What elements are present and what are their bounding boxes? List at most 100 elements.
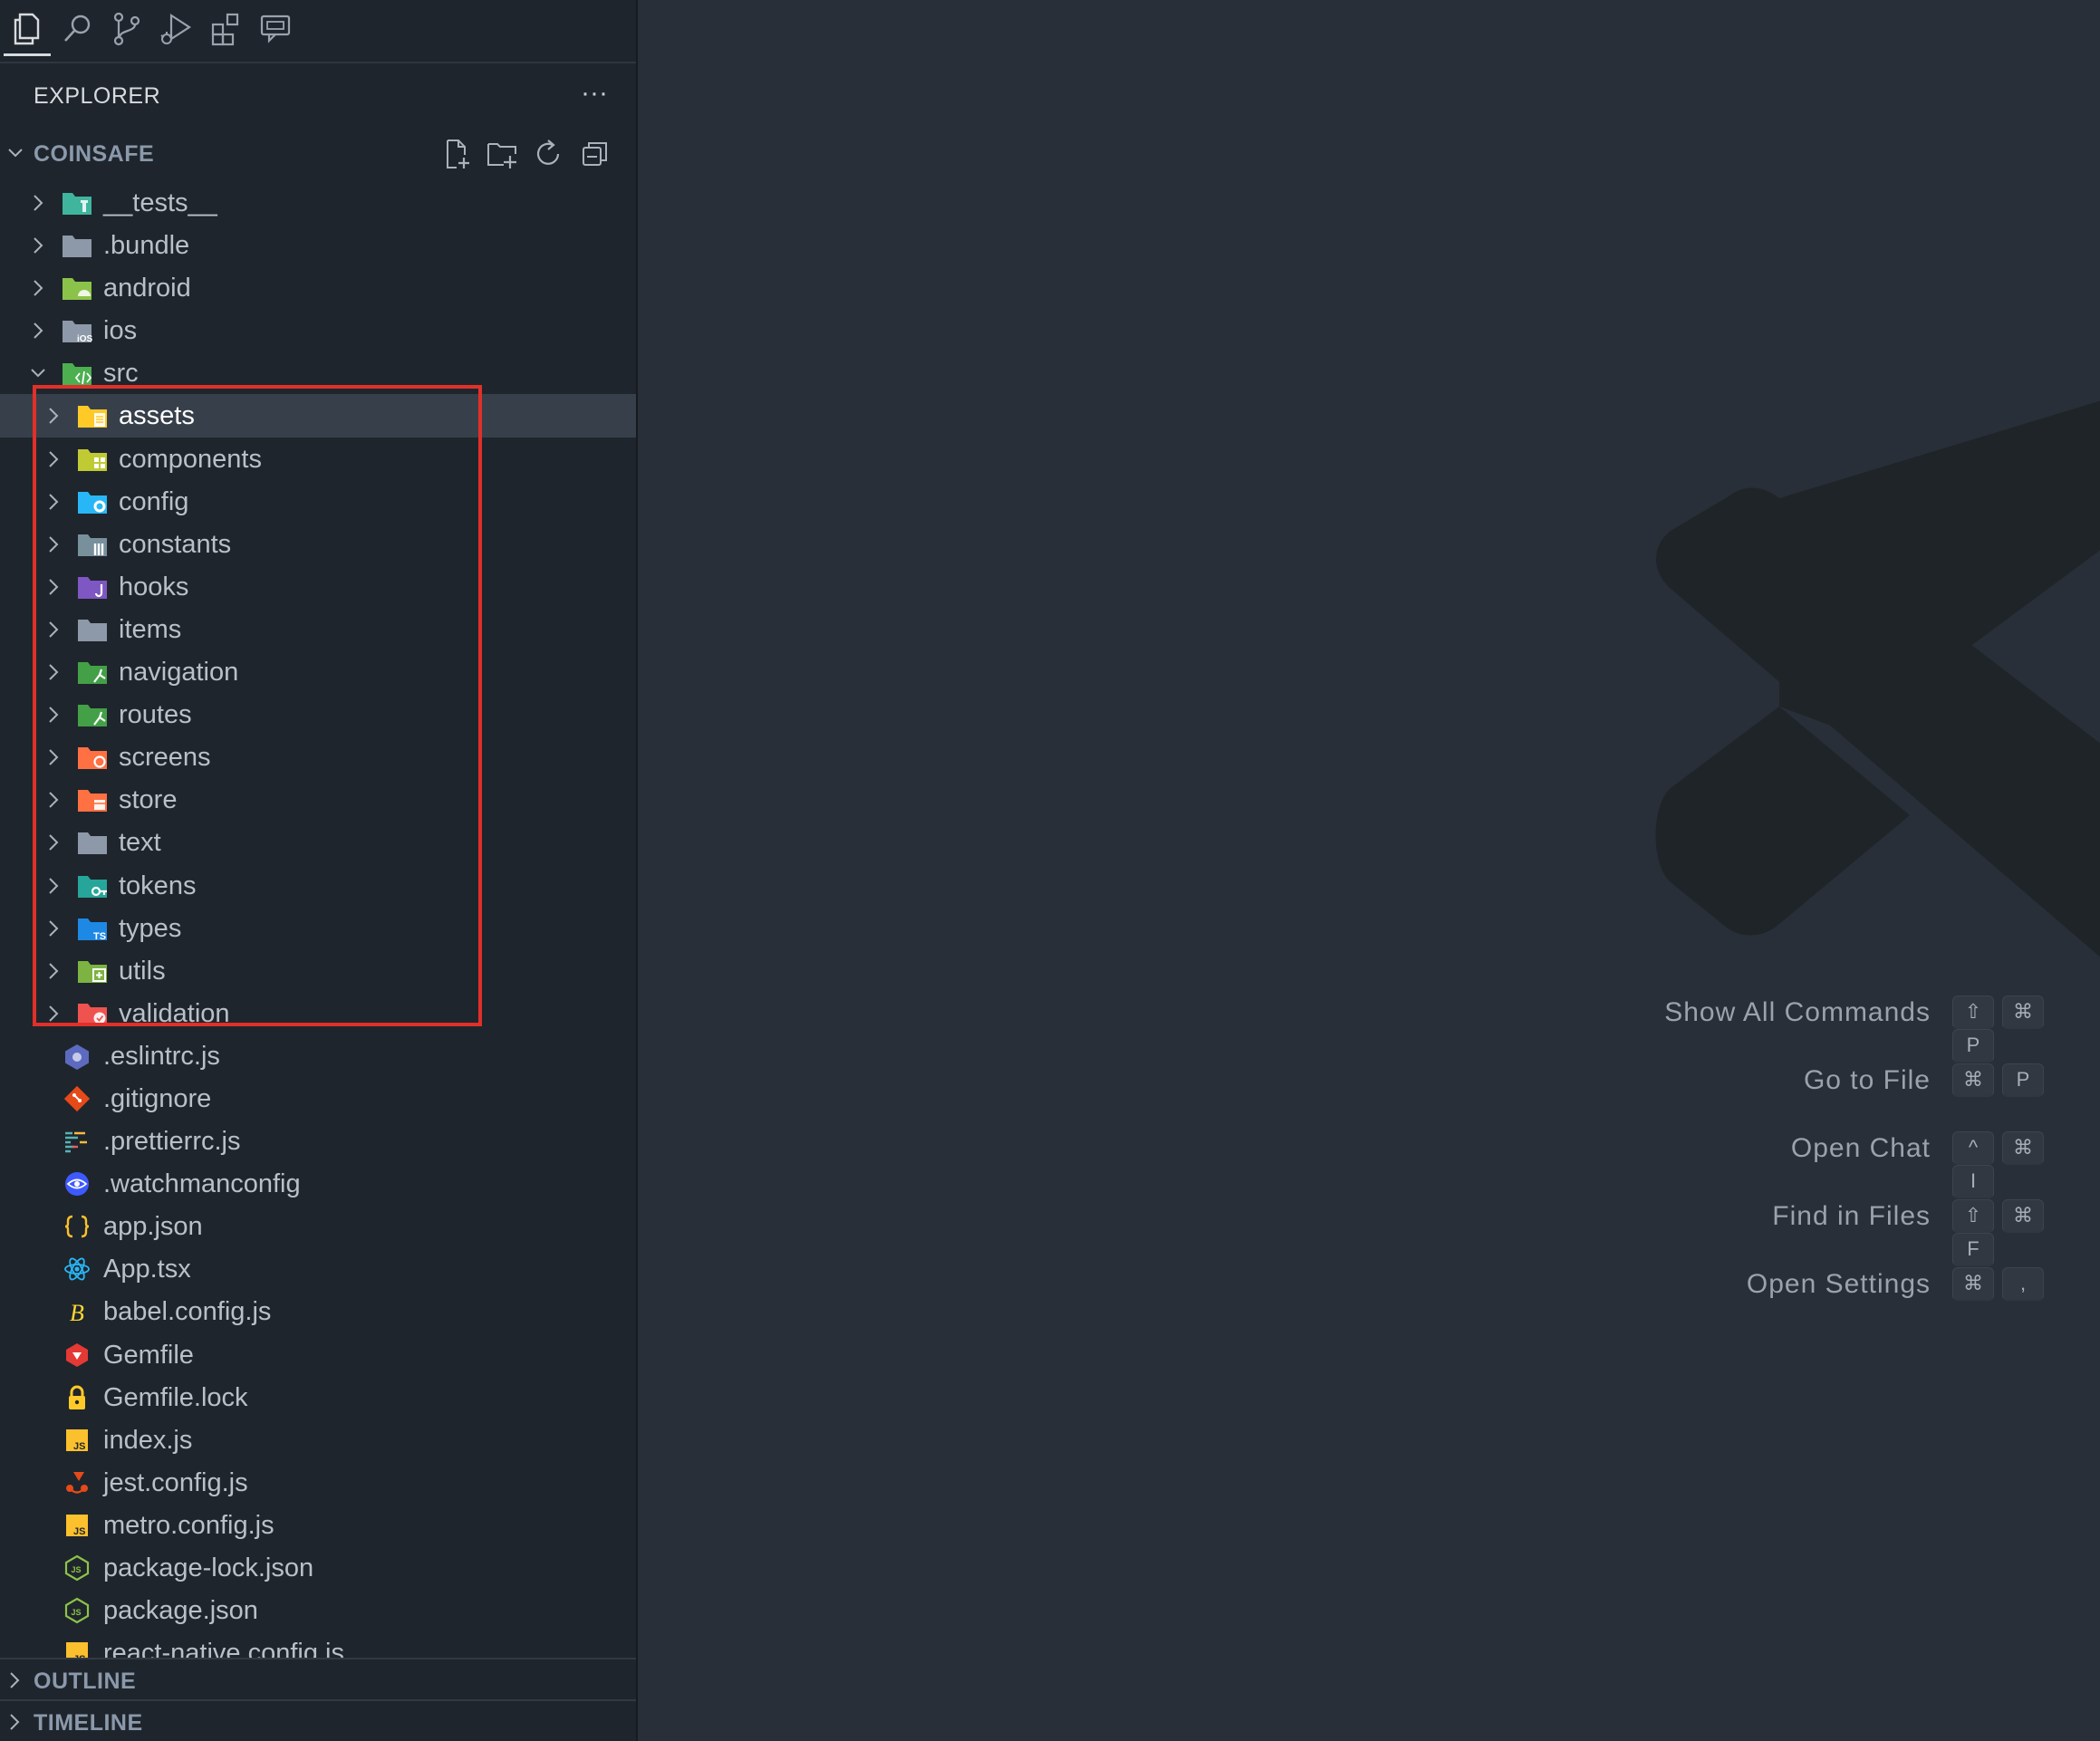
search-icon[interactable]	[55, 7, 99, 51]
folder-android-icon	[62, 274, 92, 302]
folder-store-icon	[77, 786, 108, 813]
new-file-icon[interactable]	[438, 136, 475, 172]
run-debug-icon[interactable]	[155, 7, 198, 51]
tree-folder-row[interactable]: validation	[0, 992, 636, 1034]
tree-folder-row[interactable]: store	[0, 778, 636, 821]
tree-folder-row[interactable]: utils	[0, 949, 636, 992]
tree-item-label: ios	[103, 316, 138, 346]
folder-validation-icon	[77, 1000, 108, 1027]
activity-bar	[0, 0, 636, 63]
timeline-label: TIMELINE	[34, 1710, 143, 1736]
tree-file-row[interactable]: app.json	[0, 1205, 636, 1247]
collapse-all-icon[interactable]	[577, 136, 613, 172]
chat-icon[interactable]	[255, 7, 298, 51]
tree-item-label: components	[119, 444, 262, 474]
tree-item-label: metro.config.js	[103, 1510, 275, 1540]
tree-file-row[interactable]: JS metro.config.js	[0, 1504, 636, 1546]
tree-folder-row[interactable]: config	[0, 480, 636, 523]
tree-folder-row[interactable]: components	[0, 438, 636, 480]
tree-folder-row[interactable]: src	[0, 351, 636, 394]
timeline-panel-header[interactable]: TIMELINE	[0, 1699, 636, 1741]
chevron-right-icon	[44, 404, 63, 428]
tree-file-row[interactable]: App.tsx	[0, 1247, 636, 1290]
tree-file-row[interactable]: JS react-native.config.js	[0, 1631, 636, 1658]
command-hint-label: Open Settings	[1746, 1269, 1931, 1299]
chevron-right-icon	[44, 959, 63, 983]
key-cap: P	[2002, 1063, 2044, 1097]
key-cap: P	[1952, 1029, 1994, 1063]
tree-item-label: jest.config.js	[103, 1467, 248, 1497]
tree-file-row[interactable]: JS package-lock.json	[0, 1546, 636, 1589]
command-hint[interactable]: Show All Commands ⇧ ⌘P	[1540, 992, 2100, 1063]
command-hint[interactable]: Open Settings ⌘,	[1540, 1264, 2100, 1332]
svg-text:JS: JS	[73, 1441, 85, 1452]
chevron-down-icon	[5, 141, 25, 165]
command-hint[interactable]: Find in Files ⇧ ⌘F	[1540, 1196, 2100, 1266]
tree-folder-row[interactable]: TS types	[0, 907, 636, 949]
outline-panel-header[interactable]: OUTLINE	[0, 1658, 636, 1701]
command-hint-label: Show All Commands	[1664, 997, 1931, 1027]
json-icon	[62, 1213, 92, 1240]
tree-item-label: routes	[119, 700, 192, 730]
tree-item-label: .bundle	[103, 231, 190, 261]
extensions-icon[interactable]	[205, 7, 248, 51]
tree-file-row[interactable]: .eslintrc.js	[0, 1034, 636, 1077]
tree-folder-row[interactable]: routes	[0, 693, 636, 736]
tree-folder-row[interactable]: hooks	[0, 565, 636, 608]
tree-folder-row[interactable]: screens	[0, 736, 636, 778]
nodejs-icon: JS	[62, 1554, 92, 1582]
source-control-icon[interactable]	[105, 7, 149, 51]
folder-tokens-icon	[77, 872, 108, 899]
tree-file-row[interactable]: JS index.js	[0, 1419, 636, 1461]
tree-file-row[interactable]: jest.config.js	[0, 1461, 636, 1504]
command-hint[interactable]: Open Chat ^ ⌘I	[1540, 1128, 2100, 1198]
refresh-icon[interactable]	[531, 136, 567, 172]
svg-text:JS: JS	[72, 1608, 82, 1617]
tree-item-label: hooks	[119, 572, 189, 601]
tree-folder-row[interactable]: assets	[0, 394, 636, 438]
tree-item-label: assets	[119, 401, 195, 431]
chevron-down-icon	[29, 361, 47, 385]
file-tree: __tests__ .bundle android iOS ios src assets co…	[0, 181, 636, 1658]
tree-file-row[interactable]: JS package.json	[0, 1589, 636, 1631]
tree-folder-row[interactable]: __tests__	[0, 181, 636, 224]
tree-item-label: react-native.config.js	[103, 1639, 344, 1658]
nodejs-icon: JS	[62, 1597, 92, 1624]
tree-file-row[interactable]: Bbabel.config.js	[0, 1290, 636, 1332]
tree-item-label: android	[103, 274, 191, 303]
chevron-right-icon	[44, 660, 63, 684]
lock-icon	[62, 1384, 92, 1411]
tree-folder-row[interactable]: navigation	[0, 650, 636, 693]
chevron-right-icon	[44, 575, 63, 599]
tree-file-row[interactable]: .gitignore	[0, 1077, 636, 1120]
vscode-logo-icon	[1655, 400, 2100, 957]
command-hint[interactable]: Go to File ⌘ P	[1540, 1060, 2100, 1128]
tree-folder-row[interactable]: constants	[0, 523, 636, 565]
tree-file-row[interactable]: Gemfile	[0, 1333, 636, 1376]
tree-file-row[interactable]: .watchmanconfig	[0, 1162, 636, 1205]
key-cap: ⌘	[2002, 1199, 2044, 1233]
tree-file-row[interactable]: .prettierrc.js	[0, 1120, 636, 1162]
key-cap: ⌘	[1952, 1267, 1994, 1301]
chevron-right-icon	[44, 788, 63, 812]
keybinding: ⇧ ⌘P	[1952, 996, 2100, 1063]
folder-icon	[77, 829, 108, 856]
tree-item-label: .gitignore	[103, 1083, 212, 1113]
tree-folder-row[interactable]: items	[0, 608, 636, 650]
prettier-icon	[62, 1128, 92, 1155]
tree-folder-row[interactable]: iOS ios	[0, 309, 636, 351]
tree-folder-row[interactable]: tokens	[0, 864, 636, 907]
folder-screens-icon	[77, 744, 108, 771]
tree-item-label: store	[119, 785, 178, 815]
workspace-root-header[interactable]: COINSAFE	[0, 136, 636, 170]
more-actions-button[interactable]: ···	[576, 80, 612, 112]
tree-item-label: types	[119, 913, 182, 943]
babel-icon: B	[62, 1298, 92, 1326]
new-folder-icon[interactable]	[485, 136, 521, 172]
folder-routes-icon	[77, 701, 108, 728]
explorer-icon[interactable]	[4, 7, 51, 56]
tree-folder-row[interactable]: android	[0, 266, 636, 309]
tree-file-row[interactable]: Gemfile.lock	[0, 1376, 636, 1419]
tree-folder-row[interactable]: .bundle	[0, 224, 636, 266]
tree-folder-row[interactable]: text	[0, 821, 636, 863]
